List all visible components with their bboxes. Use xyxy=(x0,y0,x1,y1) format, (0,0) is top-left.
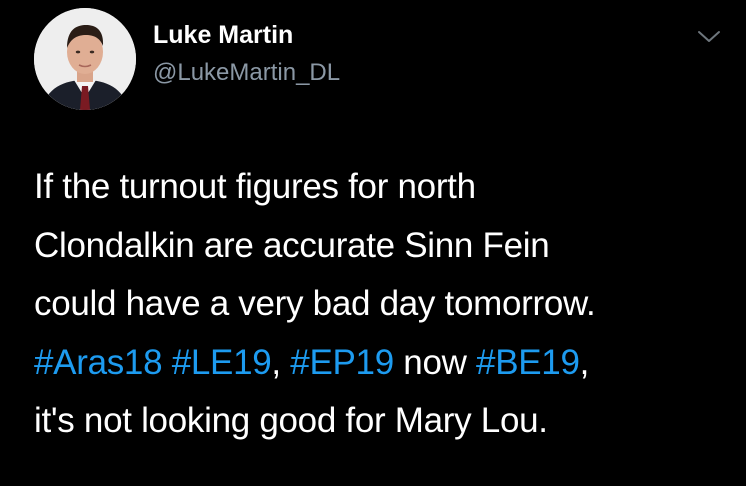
hashtag-line: #Aras18 #LE19, #EP19 now #BE19, xyxy=(34,334,734,393)
tweet-line: Clondalkin are accurate Sinn Fein xyxy=(34,225,550,265)
user-handle[interactable]: @LukeMartin_DL xyxy=(153,59,340,87)
chevron-down-icon[interactable] xyxy=(696,28,722,46)
profile-photo xyxy=(34,8,136,110)
trailing-comma: , xyxy=(579,342,590,382)
tweet-line: If the turnout figures for north xyxy=(34,167,476,206)
hashtag-le19[interactable]: #LE19 xyxy=(172,343,272,382)
tweet-line: could have a very bad day tomorrow. xyxy=(34,284,596,323)
tweet-card: Luke Martin @LukeMartin_DL If the turnou… xyxy=(0,0,746,486)
tweet-line: it's not looking good for Mary Lou. xyxy=(34,401,548,440)
tweet-text: If the turnout figures for north Clondal… xyxy=(34,158,734,451)
display-name[interactable]: Luke Martin xyxy=(153,21,293,50)
avatar[interactable] xyxy=(34,8,136,110)
connector-text: now xyxy=(393,342,477,382)
hashtag-be19[interactable]: #BE19 xyxy=(476,343,580,382)
hashtag-ep19[interactable]: #EP19 xyxy=(290,343,394,382)
hashtag-aras18[interactable]: #Aras18 xyxy=(34,343,163,382)
separator-text: , xyxy=(271,342,291,382)
